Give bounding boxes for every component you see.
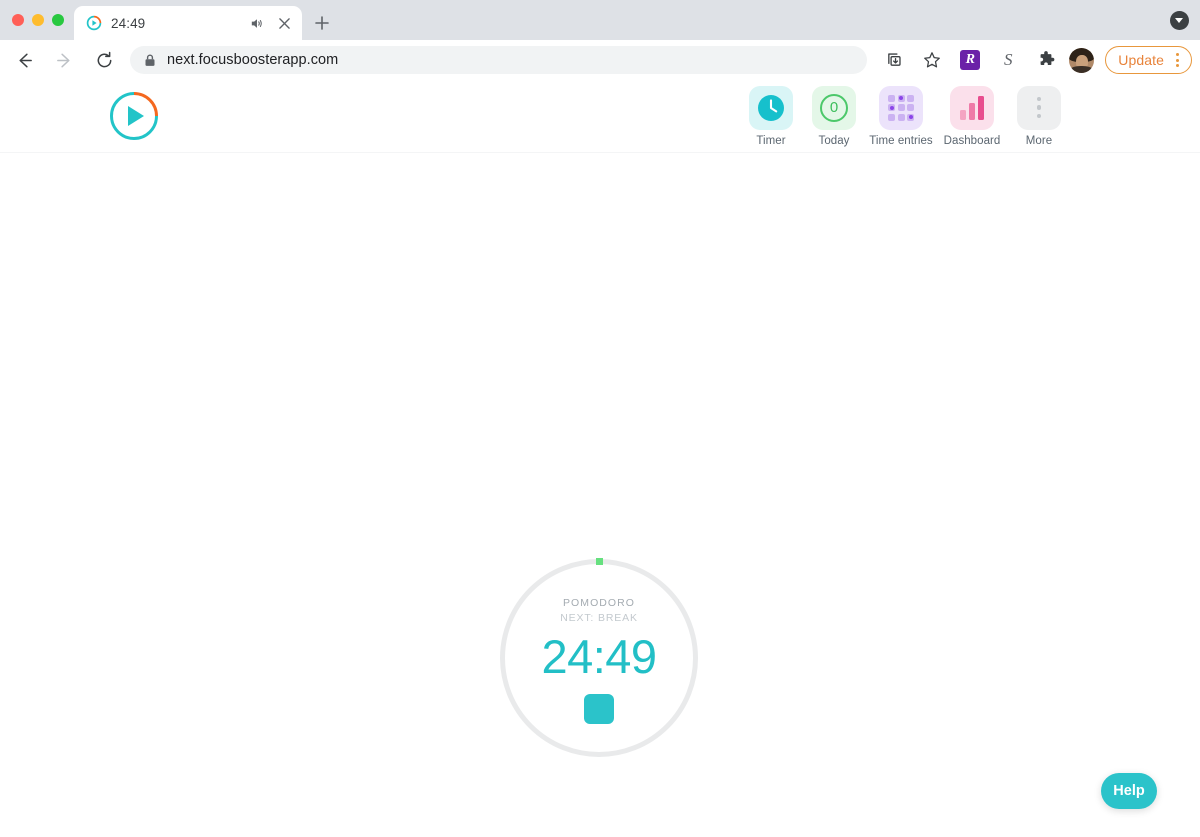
lock-icon [144, 54, 156, 67]
nav-label-time-entries: Time entries [869, 134, 933, 147]
app-header: Timer 0 Today Time entries Dashboard Mor… [0, 80, 1200, 153]
nav-label-more: More [1025, 134, 1053, 147]
forward-button[interactable] [47, 43, 81, 77]
address-bar[interactable]: next.focusboosterapp.com [130, 46, 868, 74]
rakuten-extension-icon[interactable]: R [955, 45, 985, 75]
minimize-window-button[interactable] [32, 14, 44, 26]
profile-avatar[interactable] [1069, 47, 1095, 73]
kebab-menu-icon[interactable] [1166, 47, 1188, 73]
focusbooster-favicon-icon [86, 15, 102, 31]
new-tab-button[interactable] [308, 9, 336, 37]
timer-stage: POMODORO NEXT: BREAK 24:49 [0, 153, 1200, 837]
kebab-menu-icon [1017, 85, 1061, 130]
stop-square-icon[interactable] [584, 694, 614, 724]
today-count-value: 0 [820, 93, 848, 122]
nav-item-dashboard[interactable]: Dashboard [943, 85, 1001, 147]
app-navigation: Timer 0 Today Time entries Dashboard Mor… [746, 85, 1064, 147]
nav-item-time-entries[interactable]: Time entries [869, 85, 933, 147]
nav-label-dashboard: Dashboard [943, 134, 1001, 147]
timer-countdown: 24:49 [541, 630, 657, 683]
browser-tab[interactable]: 24:49 [74, 6, 302, 40]
grid-icon [879, 85, 923, 130]
close-tab-button[interactable] [274, 13, 294, 33]
back-button[interactable] [7, 43, 41, 77]
play-triangle-icon [128, 106, 144, 126]
address-bar-url: next.focusboosterapp.com [167, 52, 339, 68]
focusbooster-logo[interactable] [110, 92, 158, 140]
speaker-playing-icon[interactable] [247, 14, 265, 32]
install-page-icon[interactable] [879, 45, 909, 75]
window-traffic-lights [10, 0, 74, 40]
browser-toolbar: next.focusboosterapp.com R S Update [0, 40, 1200, 80]
timer-mode-label: POMODORO [563, 597, 635, 609]
tab-search-button[interactable] [1166, 7, 1192, 33]
caret-down-icon [1169, 10, 1189, 30]
close-window-button[interactable] [12, 14, 24, 26]
update-button-label: Update [1118, 52, 1164, 68]
browser-chrome: 24:49 next.focusboosterapp.com R S Updat… [0, 0, 1200, 80]
nav-item-timer[interactable]: Timer [746, 85, 796, 147]
bookmark-star-icon[interactable] [917, 45, 947, 75]
update-button[interactable]: Update [1105, 46, 1192, 74]
bar-chart-icon [950, 85, 994, 130]
reload-button[interactable] [87, 43, 121, 77]
toolbar-right-icons: R S Update [875, 45, 1192, 75]
help-button[interactable]: Help [1101, 773, 1157, 809]
nav-item-today[interactable]: 0 Today [809, 85, 859, 147]
today-count-icon: 0 [812, 85, 856, 130]
nav-label-timer: Timer [756, 134, 786, 147]
tab-strip: 24:49 [0, 0, 1200, 40]
timer-next-label: NEXT: BREAK [560, 612, 638, 624]
clock-icon [749, 85, 793, 130]
focusbooster-app: Timer 0 Today Time entries Dashboard Mor… [0, 80, 1200, 837]
pomodoro-timer: POMODORO NEXT: BREAK 24:49 [500, 558, 698, 757]
nav-label-today: Today [818, 134, 850, 147]
nav-item-more[interactable]: More [1014, 85, 1064, 147]
maximize-window-button[interactable] [52, 14, 64, 26]
tab-title: 24:49 [111, 15, 146, 31]
extensions-puzzle-icon[interactable] [1031, 45, 1061, 75]
grammarly-extension-icon[interactable]: S [993, 45, 1023, 75]
